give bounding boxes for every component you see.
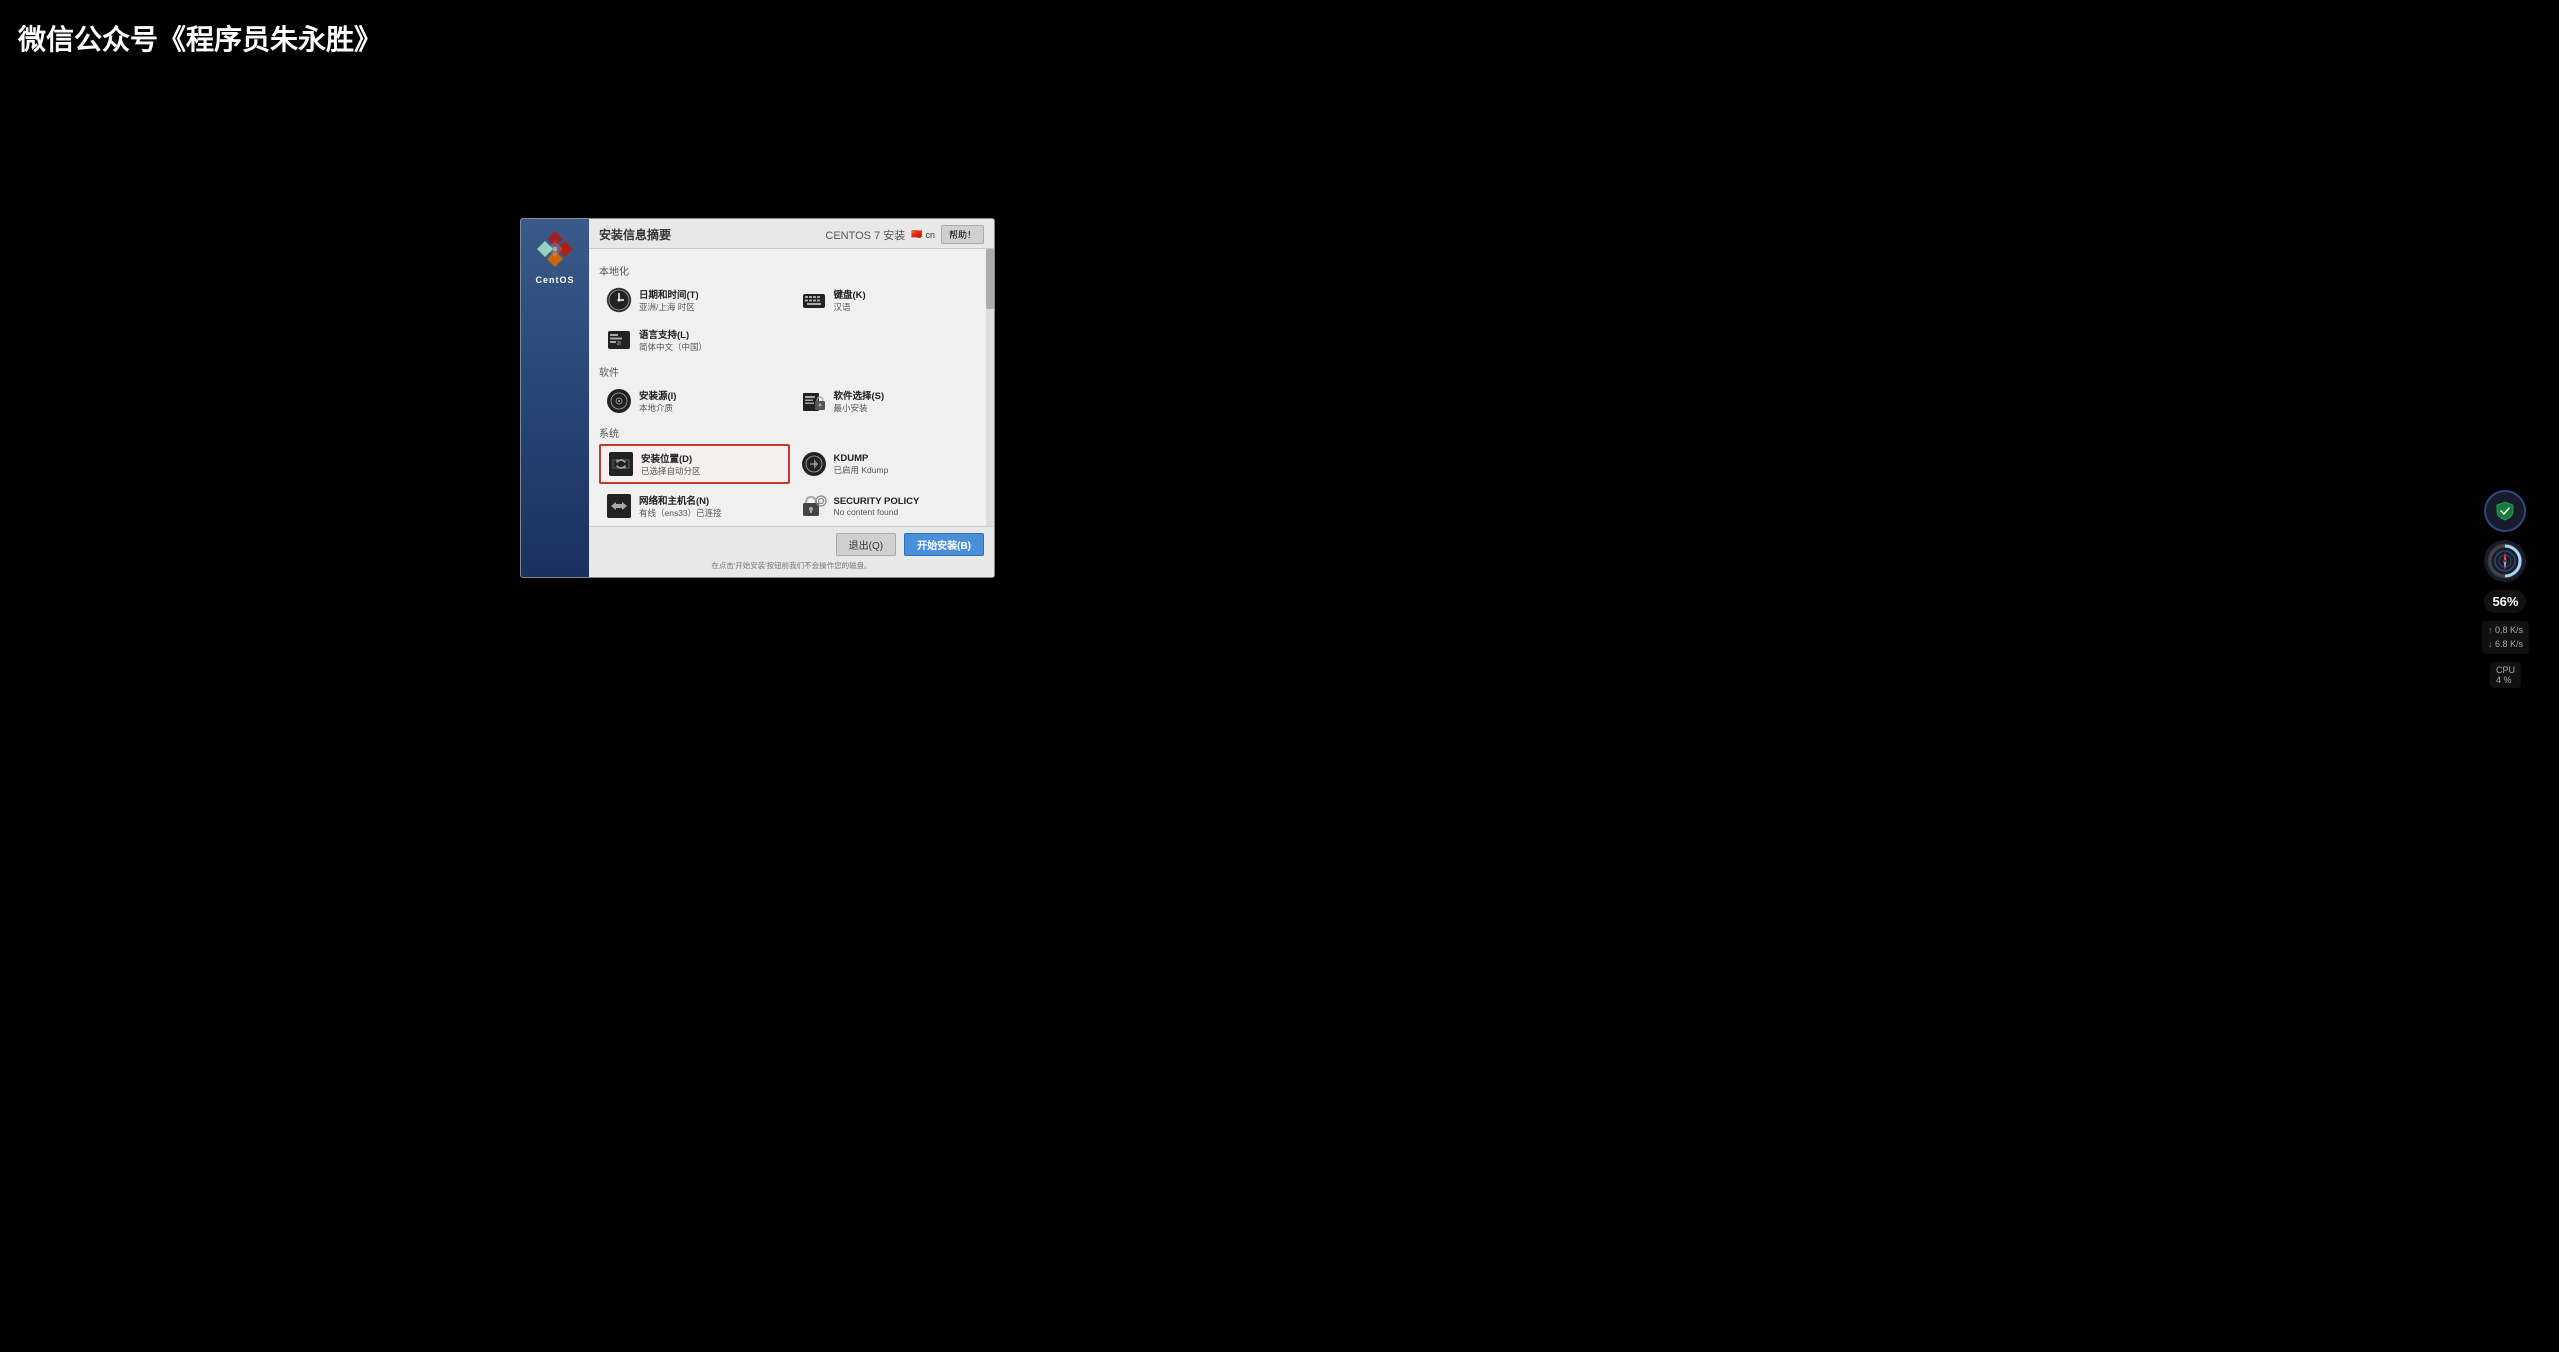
cpu-label: CPU [2496,665,2515,675]
security-policy-icon [800,492,828,520]
network-item[interactable]: 网络和主机名(N) 有线（ens33）已连接 [599,488,790,524]
kdump-title: KDUMP [834,453,889,464]
download-stat: ↓ 6.8 K/s [2488,638,2523,652]
install-destination-title: 安装位置(D) [641,451,701,465]
download-speed: 6.8 [2495,639,2508,649]
title-right: CENTOS 7 安装 🇨🇳 cn 帮助！ [825,225,984,244]
install-destination-item[interactable]: 安装位置(D) 已选择自动分区 [599,444,790,484]
install-source-subtitle: 本地介质 [639,402,676,414]
sidebar: CentOS [521,219,589,577]
software-selection-subtitle: 最小安装 [834,402,885,414]
install-destination-icon [607,450,635,478]
tray-shield-icon[interactable] [2484,490,2526,532]
start-install-button[interactable]: 开始安装(B) [904,533,984,556]
download-unit: K/s [2510,639,2523,649]
localization-grid: 日期和时间(T) 亚洲/上海 时区 [599,282,984,358]
tray-circular-icon[interactable] [2484,540,2526,582]
network-text: 网络和主机名(N) 有线（ens33）已连接 [639,493,722,519]
language-text: 语言支持(L) 简体中文（中国） [639,327,707,353]
bottom-bar: 退出(Q) 开始安装(B) 在点击'开始安装'按钮前我们不会操作您的磁盘。 [589,526,994,577]
help-button[interactable]: 帮助！ [941,225,984,244]
scroll-track[interactable] [986,249,994,526]
keyboard-title: 键盘(K) [834,287,866,301]
software-selection-item[interactable]: 软件选择(S) 最小安装 [794,383,985,419]
cpu-value: 4 [2496,675,2501,685]
install-source-item[interactable]: 安装源(I) 本地介质 [599,383,790,419]
upload-stat: ↑ 0.8 K/s [2488,624,2523,638]
install-title: 安装信息摘要 [599,226,671,243]
centos-version-title: CENTOS 7 安装 [825,227,905,243]
keyboard-item[interactable]: 键盘(K) 汉语 [794,282,985,318]
svg-text:あ: あ [616,341,621,347]
language-subtitle: 简体中文（中国） [639,341,707,353]
language-icon: あ [605,326,633,354]
system-header: 系统 [599,425,984,440]
flag-icon: 🇨🇳 [911,229,922,240]
language-title: 语言支持(L) [639,327,707,341]
install-source-text: 安装源(I) 本地介质 [639,388,676,414]
software-header: 软件 [599,364,984,379]
cpu-percent-text: 56% [2492,594,2518,609]
keyboard-text: 键盘(K) 汉语 [834,287,866,313]
keyboard-subtitle: 汉语 [834,301,866,313]
keyboard-icon [800,286,828,314]
lang-selector[interactable]: 🇨🇳 cn [911,229,935,240]
watermark-text: 微信公众号《程序员朱永胜》 [18,18,382,58]
bottom-note: 在点击'开始安装'按钮前我们不会操作您的磁盘。 [599,560,984,571]
tray-cpu-display[interactable]: 56% [2484,590,2526,613]
datetime-text: 日期和时间(T) 亚洲/上海 时区 [639,287,699,313]
localization-header: 本地化 [599,263,984,278]
software-grid: 安装源(I) 本地介质 [599,383,984,419]
software-selection-title: 软件选择(S) [834,388,885,402]
system-tray: 56% ↑ 0.8 K/s ↓ 6.8 K/s CPU 4 % [2482,490,2529,688]
cpu-unit: % [2503,675,2511,685]
security-policy-text: SECURITY POLICY No content found [834,496,920,517]
install-source-icon [605,387,633,415]
software-selection-icon [800,387,828,415]
upload-speed: 0.8 [2495,625,2508,635]
install-source-title: 安装源(I) [639,388,676,402]
datetime-title: 日期和时间(T) [639,287,699,301]
kdump-item[interactable]: KDUMP 已启用 Kdump [794,444,985,484]
network-title: 网络和主机名(N) [639,493,722,507]
system-grid: 安装位置(D) 已选择自动分区 KD [599,444,984,524]
centos-logo: CentOS [535,229,575,285]
kdump-subtitle: 已启用 Kdump [834,464,889,476]
security-policy-item[interactable]: SECURITY POLICY No content found [794,488,985,524]
kdump-icon [800,450,828,478]
datetime-item[interactable]: 日期和时间(T) 亚洲/上海 时区 [599,282,790,318]
centos-logo-text: CentOS [535,275,574,285]
security-policy-subtitle: No content found [834,507,920,517]
scroll-thumb[interactable] [986,249,994,309]
lang-code: cn [925,230,935,240]
kdump-text: KDUMP 已启用 Kdump [834,453,889,476]
network-subtitle: 有线（ens33）已连接 [639,507,722,519]
network-icon [605,492,633,520]
bottom-buttons: 退出(Q) 开始安装(B) [599,533,984,556]
security-policy-title: SECURITY POLICY [834,496,920,507]
install-destination-text: 安装位置(D) 已选择自动分区 [641,451,701,477]
upload-unit: K/s [2510,625,2523,635]
title-bar: 安装信息摘要 CENTOS 7 安装 🇨🇳 cn 帮助！ [589,219,994,249]
cpu-stat: CPU 4 % [2490,662,2521,688]
installer-window: CentOS 安装信息摘要 CENTOS 7 安装 🇨🇳 cn 帮助！ 本地化 [520,218,995,578]
centos-logo-icon [535,229,575,269]
install-destination-subtitle: 已选择自动分区 [641,465,701,477]
content-area[interactable]: 本地化 日期和时间(T) [589,249,994,526]
network-stats: ↑ 0.8 K/s ↓ 6.8 K/s [2482,621,2529,654]
main-content: 安装信息摘要 CENTOS 7 安装 🇨🇳 cn 帮助！ 本地化 [589,219,994,577]
language-item[interactable]: あ 语言支持(L) 简体中文（中国） [599,322,790,358]
quit-button[interactable]: 退出(Q) [836,533,896,556]
datetime-icon [605,286,633,314]
datetime-subtitle: 亚洲/上海 时区 [639,301,699,313]
software-selection-text: 软件选择(S) 最小安装 [834,388,885,414]
